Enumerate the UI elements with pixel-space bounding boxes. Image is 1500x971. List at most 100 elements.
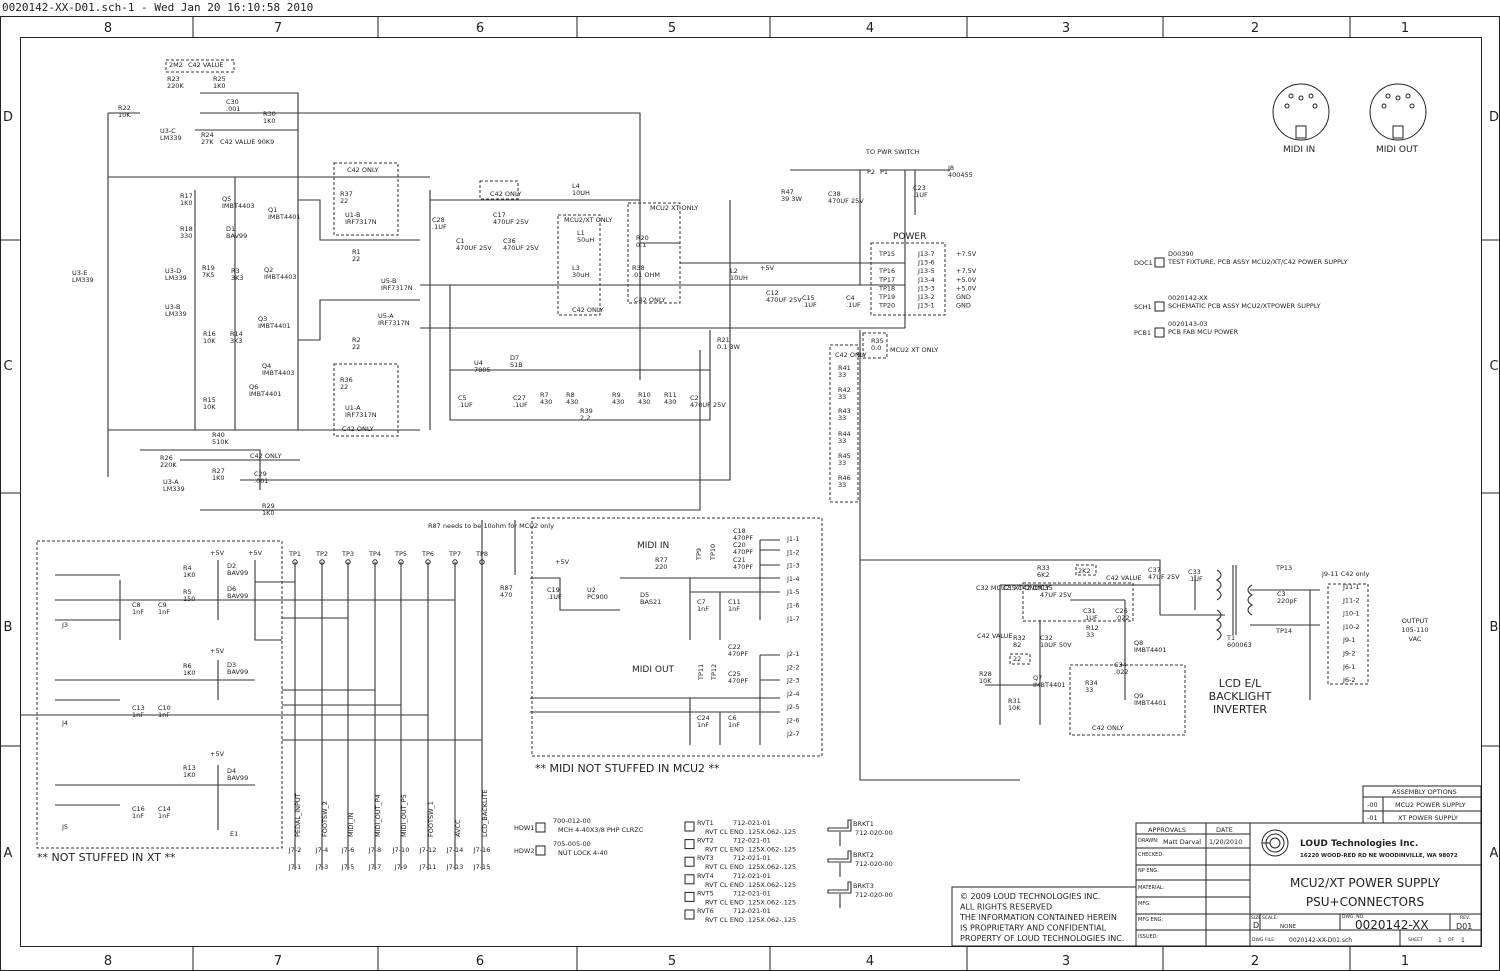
test-point-label: TP1 <box>288 550 301 558</box>
component-value: 470UF 25V <box>503 244 539 252</box>
j7-pin-label: J7-9 <box>394 863 408 871</box>
component-value: 22 <box>340 197 348 205</box>
dwg-no: 0020142-XX <box>1355 918 1429 932</box>
copyright-line: IS PROPRIETARY AND CONFIDENTIAL <box>960 924 1107 933</box>
note-c42-only-5: C42 ONLY <box>634 296 666 304</box>
component-value: 3K3 <box>230 337 243 345</box>
midi-out-pin: J2-4 <box>786 690 800 698</box>
column-label: 2 <box>1251 954 1259 969</box>
mfg-label: MFG: <box>1138 901 1151 907</box>
column-label: 8 <box>104 954 112 969</box>
component-value: .1UF <box>1083 614 1098 622</box>
component-value: BAV99 <box>227 592 248 600</box>
power-net: +5.0V <box>956 284 977 292</box>
rev-label: REV. <box>1460 915 1470 921</box>
hardware-ref: HDW1 <box>514 824 534 832</box>
output-pin: J9-1 <box>1342 636 1356 644</box>
component-value: IMBT4401 <box>258 322 291 330</box>
note-r33-alt: 2K2 <box>1078 567 1091 575</box>
dwg-file-label: DWG FILE: <box>1252 937 1276 943</box>
j7-net-label: PEDAL_INPUT <box>294 793 302 837</box>
component-value: IMBT4401 <box>1033 681 1066 689</box>
midi-not-stuffed-note: ** MIDI NOT STUFFED IN MCU2 ** <box>535 762 720 775</box>
of-label: OF <box>1448 937 1455 943</box>
component-value: 1K0 <box>183 771 196 779</box>
j7-pin-label: J7-1 <box>288 863 302 871</box>
component-value: 470UF 25V <box>828 197 864 205</box>
bom-checkbox <box>1154 301 1165 312</box>
component-value: 1nF <box>158 812 170 820</box>
document-ref: PCB1 <box>1134 329 1151 337</box>
rivet-part: 712-021-01 <box>733 854 771 862</box>
power-pin: J13-7 <box>917 250 935 258</box>
column-label: 7 <box>274 21 282 36</box>
midi-in-pin: J1-3 <box>786 562 800 570</box>
note-c42-only-2: C42 ONLY <box>342 425 374 433</box>
schematic-sheet: 0020142-XX-D01.sch-1 - Wed Jan 20 16:10:… <box>0 1 1500 971</box>
copyright-line: © 2009 LOUD TECHNOLOGIES INC. <box>960 892 1100 901</box>
power-pin: J13-2 <box>917 293 935 301</box>
component-value: 470UF 25V <box>766 296 802 304</box>
output-pin: J6-2 <box>1342 676 1356 684</box>
copyright-line: THE INFORMATION CONTAINED HEREIN <box>959 913 1117 922</box>
midi-in-pin: J1-5 <box>786 588 800 596</box>
power-net: GND <box>956 302 971 310</box>
hardware-part: 705-005-00 <box>553 840 591 848</box>
midi-testpoint: TP10 <box>709 544 717 561</box>
bracket-ref: BRKT2 <box>853 851 874 859</box>
note-p2: P2 <box>867 168 875 176</box>
j7-pin-label: J7-15 <box>473 863 491 871</box>
column-label: 4 <box>866 21 874 36</box>
note-mcu2-xt-only: MCU2/XT ONLY <box>564 216 612 224</box>
component-value: .1UF <box>913 191 928 199</box>
component-value: 7K5 <box>202 271 215 279</box>
test-point-label: TP5 <box>394 550 407 558</box>
note-c42-value-r32: C42 VALUE <box>977 632 1013 640</box>
power-pin: J13-3 <box>917 284 935 292</box>
component-value: 39 3W <box>781 195 802 203</box>
component-value: 82 <box>1013 641 1021 649</box>
j7-pin-label: J7-8 <box>368 846 382 854</box>
approvals-header: APPROVALS <box>1148 826 1186 834</box>
drawing-title: MCU2/XT POWER SUPPLY <box>1290 876 1441 890</box>
component-ref: E1 <box>230 830 238 838</box>
output-label: VAC <box>1409 635 1422 643</box>
component-value: .001 <box>254 477 268 485</box>
bom-checkbox <box>535 845 546 856</box>
bom-checkbox <box>684 839 695 850</box>
note-r23-alt: 2M2 <box>169 61 183 69</box>
component-value: .001 <box>226 105 240 113</box>
column-label: 5 <box>668 954 676 969</box>
hardware-part: 700-012-00 <box>553 817 591 825</box>
hardware-desc: NUT LOCK 4-40 <box>558 849 608 857</box>
bom-checkbox <box>1154 257 1165 268</box>
bracket-part: 712-020-00 <box>855 829 893 837</box>
option-code: -01 <box>1367 814 1378 822</box>
component-value: 430 <box>540 398 552 406</box>
component-value: .1UF <box>432 223 447 231</box>
component-value: 30uH <box>572 271 589 279</box>
output-pin: J11-1 <box>1342 583 1360 591</box>
rev-value: D01 <box>1456 922 1472 931</box>
row-label: B <box>4 620 13 635</box>
component-value: 470PF <box>728 677 748 685</box>
power-net: +7.5V <box>956 250 977 258</box>
component-value: 33 <box>838 393 846 401</box>
note-plus5v-4: +5V <box>210 647 225 655</box>
option-code: -00 <box>1367 801 1378 809</box>
j7-pin-label: J7-3 <box>315 863 329 871</box>
j7-pin-label: J7-11 <box>419 863 437 871</box>
component-value: 33 <box>1086 631 1094 639</box>
component-value: BAS21 <box>640 598 661 606</box>
midi-out-pin: J2-6 <box>786 717 800 725</box>
row-label: A <box>1490 846 1499 861</box>
document-ref: SCH1 <box>1134 303 1152 311</box>
dashed-boxes <box>36 59 1369 849</box>
column-label: 3 <box>1062 954 1070 969</box>
column-label: 7 <box>274 954 282 969</box>
component-value: 50uH <box>577 236 594 244</box>
dwg-file: 0020142-XX-D01.sch <box>1289 937 1352 944</box>
column-label: 2 <box>1251 21 1259 36</box>
j7-pin-label: J7-14 <box>446 846 464 854</box>
bracket-icon <box>827 881 852 908</box>
